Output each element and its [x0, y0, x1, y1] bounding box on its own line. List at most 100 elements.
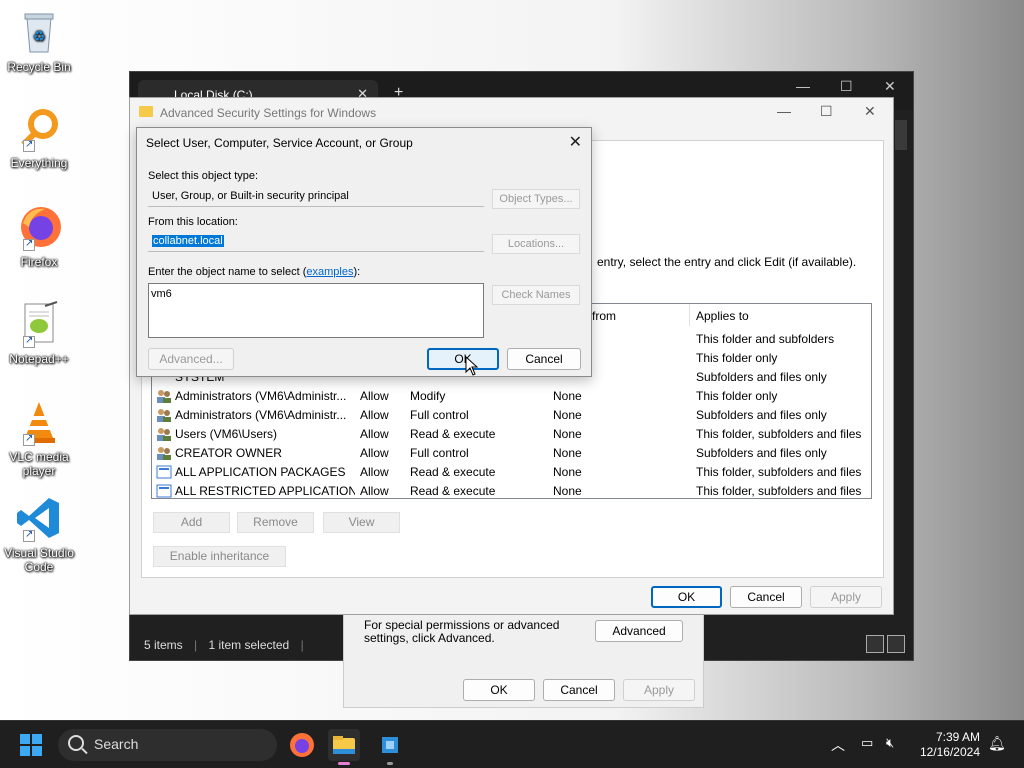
desktop-icon-label: Firefox [20, 255, 58, 269]
permission-row[interactable]: Administrators (VM6\Administr... Allow Mod… [152, 387, 871, 406]
cell-inherited: None [553, 484, 582, 498]
minimize-icon[interactable]: — [777, 103, 791, 119]
cell-principal: Administrators (VM6\Administr... [175, 389, 347, 403]
cell-perm: Read & execute [410, 465, 496, 479]
select-ok-button[interactable]: OK [427, 348, 499, 370]
close-icon[interactable]: ✕ [884, 78, 896, 95]
desktop-icon-label: Visual Studio Code [4, 546, 74, 574]
column-header-applies-to[interactable]: Applies to [696, 304, 749, 326]
select-cancel-button[interactable]: Cancel [507, 348, 581, 370]
add-button[interactable]: Add [153, 512, 230, 533]
maximize-icon[interactable]: ☐ [820, 103, 833, 120]
taskbar-firefox-icon[interactable] [286, 729, 318, 761]
properties-cancel-button[interactable]: Cancel [543, 679, 615, 701]
window-title: Advanced Security Settings for Windows [160, 106, 377, 120]
cell-perm: Full control [410, 408, 469, 422]
taskbar-explorer-icon[interactable] [328, 729, 360, 765]
advanced-apply-button[interactable]: Apply [810, 586, 882, 608]
view-toggle-group [863, 635, 905, 656]
cell-applies: This folder, subfolders and files [696, 465, 862, 479]
permissions-instruction: entry, select the entry and click Edit (… [597, 255, 857, 269]
desktop-icon-vscode[interactable]: Visual Studio Code [4, 494, 74, 574]
everything-icon [15, 104, 63, 152]
cell-inherited: None [553, 465, 582, 479]
desktop-icon-label: VLC media player [9, 450, 69, 478]
select-advanced-button[interactable]: Advanced... [148, 348, 234, 370]
cell-principal: ALL APPLICATION PACKAGES [175, 465, 346, 479]
vscode-icon [15, 494, 63, 542]
taskbar-clock[interactable]: 7:39 AM 12/16/2024 [918, 730, 980, 760]
svg-text:♻: ♻ [33, 28, 46, 44]
maximize-icon[interactable]: ☐ [840, 78, 853, 95]
check-names-button[interactable]: Check Names [492, 285, 580, 305]
advanced-ok-button[interactable]: OK [651, 586, 722, 608]
recycle-bin-icon: ♻ [15, 8, 63, 56]
cell-perm: Read & execute [410, 484, 496, 498]
taskbar-search[interactable]: Search [58, 729, 277, 761]
object-types-button[interactable]: Object Types... [492, 189, 580, 209]
cell-inherited: None [553, 408, 582, 422]
remove-button[interactable]: Remove [237, 512, 314, 533]
cell-access: Allow [360, 465, 389, 479]
cell-inherited: None [553, 389, 582, 403]
taskbar: Search ︿ ▭ 🔇︎ 7:39 AM 12/16/2024 🔔︎ [0, 720, 1024, 768]
permission-row[interactable]: Users (VM6\Users) Allow Read & execute None… [152, 425, 871, 444]
cell-access: Allow [360, 389, 389, 403]
search-placeholder: Search [94, 736, 139, 752]
desktop-icon-everything[interactable]: Everything [4, 104, 74, 170]
cell-principal: Administrators (VM6\Administr... [175, 408, 347, 422]
permission-row[interactable]: CREATOR OWNER Allow Full control None Subfol… [152, 444, 871, 463]
cell-applies: This folder, subfolders and files [696, 427, 862, 441]
location-field: collabnet.local [148, 232, 484, 252]
cell-applies: This folder, subfolders and files [696, 484, 862, 498]
permission-row[interactable]: Administrators (VM6\Administr... Allow Ful… [152, 406, 871, 425]
network-icon[interactable]: ▭ [861, 735, 873, 751]
object-name-label: Enter the object name to select (example… [148, 266, 361, 278]
start-button[interactable] [20, 734, 42, 756]
properties-dialog: For special permissions or advanced sett… [343, 610, 704, 708]
permission-row[interactable]: ALL APPLICATION PACKAGES Allow Read & exec… [152, 463, 871, 482]
close-icon[interactable]: ✕ [569, 132, 582, 152]
clock-time: 7:39 AM [935, 730, 980, 744]
desktop-icon-firefox[interactable]: Firefox [4, 203, 74, 269]
cell-applies: This folder only [696, 351, 778, 365]
explorer-scroll-area [895, 120, 907, 150]
select-user-dialog: Select User, Computer, Service Account, … [136, 127, 592, 377]
users-icon [156, 446, 172, 460]
advanced-security-titlebar: Advanced Security Settings for Windows —… [130, 98, 893, 128]
clock-date: 12/16/2024 [919, 745, 980, 759]
users-icon [156, 427, 172, 441]
object-type-label: Select this object type: [148, 170, 259, 182]
cell-principal: CREATOR OWNER [175, 446, 282, 460]
taskbar-network-app-icon[interactable] [374, 729, 406, 765]
cell-inherited: None [553, 446, 582, 460]
desktop-icon-recycle-bin[interactable]: ♻ Recycle Bin [4, 8, 74, 74]
advanced-cancel-button[interactable]: Cancel [730, 586, 802, 608]
cell-access: Allow [360, 408, 389, 422]
details-view-icon[interactable] [866, 635, 884, 653]
notification-bell-icon[interactable]: 🔔︎ [988, 735, 1006, 752]
desktop-icon-notepadpp[interactable]: Notepad++ [4, 300, 74, 366]
examples-link[interactable]: examples [306, 266, 353, 278]
enable-inheritance-button[interactable]: Enable inheritance [153, 546, 286, 567]
desktop-icon-vlc[interactable]: VLC media player [4, 398, 74, 478]
tiles-view-icon[interactable] [887, 635, 905, 653]
cell-principal: Users (VM6\Users) [175, 427, 278, 441]
cell-perm: Full control [410, 446, 469, 460]
locations-button[interactable]: Locations... [492, 234, 580, 254]
object-name-input[interactable]: vm6 [148, 283, 484, 338]
minimize-icon[interactable]: — [796, 78, 810, 94]
desktop-icon-label: Recycle Bin [7, 60, 71, 74]
desktop-icon-label: Notepad++ [9, 352, 69, 366]
view-button[interactable]: View [323, 512, 400, 533]
close-icon[interactable]: ✕ [864, 103, 876, 120]
package-icon [156, 484, 172, 498]
properties-advanced-button[interactable]: Advanced [595, 620, 683, 642]
chevron-up-icon[interactable]: ︿ [831, 735, 845, 755]
properties-ok-button[interactable]: OK [463, 679, 535, 701]
volume-icon[interactable]: 🔇︎ [886, 735, 894, 751]
properties-apply-button[interactable]: Apply [623, 679, 695, 701]
permission-row[interactable]: ALL RESTRICTED APPLICATION ... Allow Read … [152, 482, 871, 501]
dialog-title: Select User, Computer, Service Account, … [146, 136, 413, 150]
cell-inherited: None [553, 427, 582, 441]
